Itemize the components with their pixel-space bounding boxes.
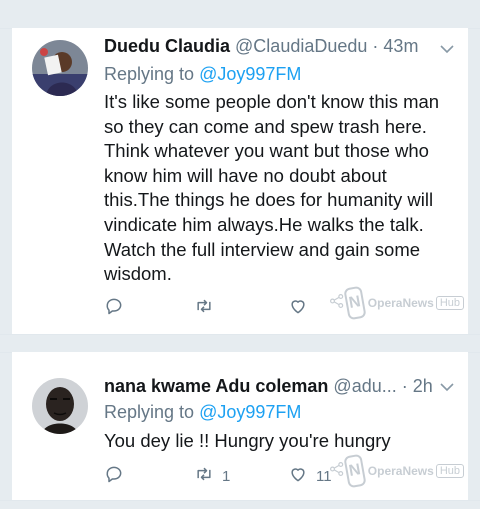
divider	[0, 500, 480, 501]
tweet-actions: 1 11 N OperaNews Hub	[104, 453, 464, 489]
user-handle[interactable]: @ClaudiaDuedu	[235, 36, 367, 56]
tweet-actions: N OperaNews Hub	[104, 285, 464, 321]
replying-label: Replying to	[104, 64, 195, 84]
retweet-count: 1	[222, 467, 231, 485]
watermark-text: OperaNews	[367, 296, 434, 310]
share-icon[interactable]	[328, 460, 346, 483]
avatar[interactable]	[32, 378, 88, 434]
replying-to: Replying to @Joy997FM	[104, 64, 301, 85]
timestamp[interactable]: 2h	[413, 376, 433, 396]
reply-mention-link[interactable]: @Joy997FM	[199, 64, 301, 84]
like-button[interactable]: 11	[288, 464, 332, 488]
watermark: N OperaNews Hub	[328, 285, 464, 321]
reply-icon	[104, 296, 124, 320]
reply-mention-link[interactable]: @Joy997FM	[199, 402, 301, 422]
share-icon[interactable]	[328, 292, 346, 315]
watermark-text: OperaNews	[367, 464, 434, 478]
like-button[interactable]	[288, 296, 316, 320]
chevron-down-icon[interactable]	[440, 379, 454, 396]
tweet-text: It's like some people don't know this ma…	[104, 91, 440, 285]
reply-button[interactable]	[104, 296, 124, 320]
timestamp[interactable]: 43m	[383, 36, 418, 56]
tweet-card[interactable]: nana kwame Adu coleman @adu... · 2h Repl…	[12, 352, 468, 500]
tweet-header: nana kwame Adu coleman @adu... · 2h	[104, 376, 456, 397]
watermark-hub: Hub	[435, 464, 464, 478]
watermark-logo: N	[343, 285, 367, 321]
user-handle[interactable]: @adu...	[333, 376, 396, 396]
reply-icon	[104, 464, 124, 488]
tweet-header: Duedu Claudia @ClaudiaDuedu · 43m	[104, 36, 456, 57]
avatar[interactable]	[32, 40, 88, 96]
heart-icon	[288, 296, 308, 320]
divider	[0, 334, 480, 335]
heart-icon	[288, 464, 308, 488]
display-name[interactable]: Duedu Claudia	[104, 36, 230, 56]
replying-label: Replying to	[104, 402, 195, 422]
retweet-button[interactable]: 1	[194, 464, 230, 488]
replying-to: Replying to @Joy997FM	[104, 402, 301, 423]
separator-dot: ·	[401, 376, 408, 396]
reply-button[interactable]	[104, 464, 124, 488]
tweet-card[interactable]: Duedu Claudia @ClaudiaDuedu · 43m Replyi…	[12, 28, 468, 334]
watermark-hub: Hub	[435, 296, 464, 310]
watermark: N OperaNews Hub	[328, 453, 464, 489]
display-name[interactable]: nana kwame Adu coleman	[104, 376, 328, 396]
retweet-button[interactable]	[194, 296, 222, 320]
watermark-logo: N	[343, 453, 367, 489]
retweet-icon	[194, 296, 214, 320]
tweet-text: You dey lie !! Hungry you're hungry	[104, 430, 391, 451]
separator-dot: ·	[372, 36, 379, 56]
retweet-icon	[194, 464, 214, 488]
chevron-down-icon[interactable]	[440, 41, 454, 58]
